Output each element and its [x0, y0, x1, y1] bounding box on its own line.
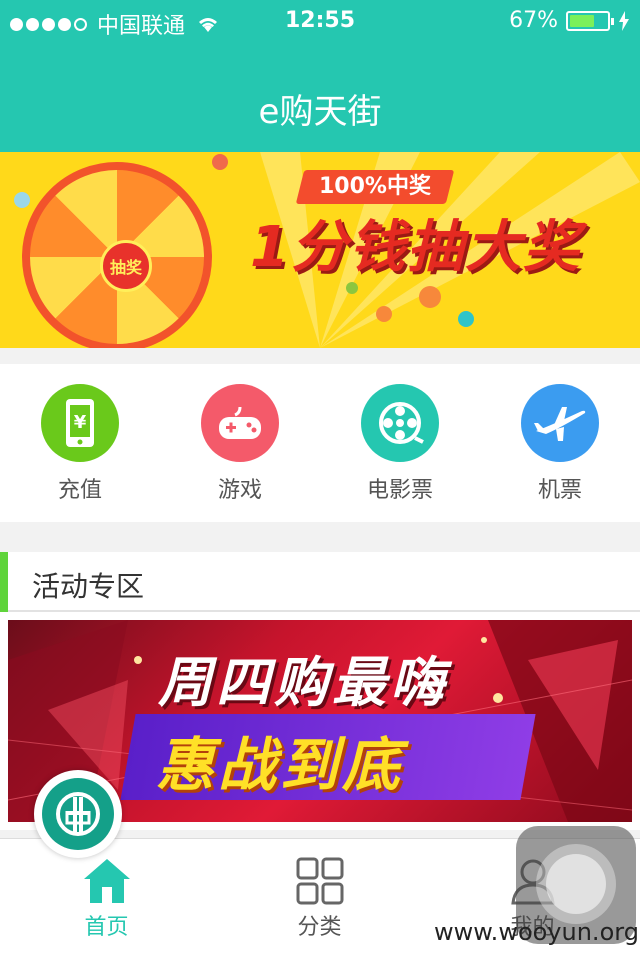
svg-text:¥: ¥ — [74, 412, 87, 433]
quick-link-label: 充值 — [57, 478, 102, 503]
home-icon — [83, 859, 130, 903]
lottery-banner[interactable]: 抽奖 100%中奖 1分钱抽大奖 — [0, 152, 640, 348]
wheel-center-label: 抽奖 — [100, 240, 152, 292]
status-bar: 中国联通 12:55 67% — [0, 0, 640, 40]
app-header: 中国联通 12:55 67% e购天街 — [0, 0, 640, 152]
section-accent-bar — [0, 552, 8, 612]
assistive-touch-ring — [536, 844, 616, 924]
quick-link-label: 游戏 — [217, 478, 262, 503]
bank-logo-button[interactable] — [34, 770, 122, 858]
promo-line-2: 惠战到底 — [156, 731, 405, 799]
tab-home[interactable]: 首页 — [0, 839, 213, 960]
battery-fill — [570, 14, 594, 27]
section-title: 活动专区 — [32, 570, 145, 603]
tab-label: 首页 — [84, 915, 129, 940]
phone-recharge-icon: ¥ — [41, 384, 119, 462]
gamepad-icon — [201, 384, 279, 462]
watermark: www.wooyun.org — [434, 918, 639, 946]
page-title: e购天街 — [258, 92, 382, 132]
tab-label: 分类 — [297, 915, 342, 940]
prize-wheel: 抽奖 — [22, 162, 212, 348]
battery-percent: 67% — [509, 8, 558, 33]
quick-link-games[interactable]: 游戏 — [160, 364, 320, 522]
quick-link-recharge[interactable]: ¥ 充值 — [0, 364, 160, 522]
charging-bolt-icon — [619, 10, 629, 31]
prize-badge: 100%中奖 — [295, 170, 455, 204]
tab-category[interactable]: 分类 — [213, 839, 426, 960]
airplane-icon — [521, 384, 599, 462]
activity-section-header: 活动专区 — [0, 552, 640, 612]
badge-text: 100%中奖 — [319, 174, 431, 199]
film-reel-icon — [361, 384, 439, 462]
quick-links: ¥ 充值 游戏 电影票 机票 — [0, 364, 640, 522]
promo-line-1: 周四购最嗨 — [158, 651, 448, 714]
bank-logo-icon — [42, 778, 114, 850]
battery-icon — [566, 10, 614, 31]
grid-icon — [296, 857, 343, 905]
quick-link-movies[interactable]: 电影票 — [320, 364, 480, 522]
banner-headline: 1分钱抽大奖 — [250, 215, 581, 280]
quick-link-flights[interactable]: 机票 — [480, 364, 640, 522]
status-right: 67% — [509, 8, 630, 33]
quick-link-label: 电影票 — [366, 478, 433, 503]
app-screen: 中国联通 12:55 67% e购天街 抽奖 100%中奖 1分钱抽大奖 ¥ 充… — [0, 0, 640, 960]
quick-link-label: 机票 — [537, 478, 582, 503]
